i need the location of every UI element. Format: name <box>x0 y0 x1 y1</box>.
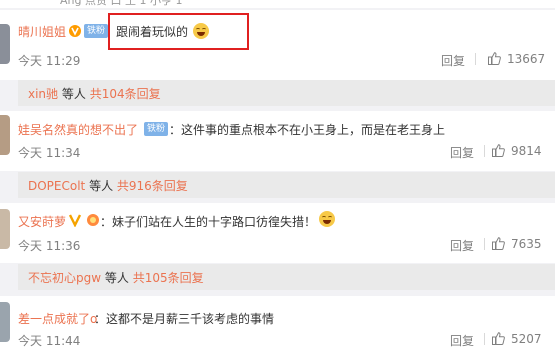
comment-text: ：妹子们站在人生的十字路口彷徨失措！ <box>100 215 317 229</box>
top-partial-text: Ang 点赞 口 土 1 小亨 1 <box>60 0 183 7</box>
sub-replies-1[interactable]: xin驰 等人 共104条回复 <box>18 80 555 106</box>
thumbs-up-icon[interactable] <box>492 237 505 250</box>
sub-reply-middle: 等人 <box>101 271 133 285</box>
comment-username[interactable]: 娃吴名然真的想不出了 <box>18 121 138 138</box>
sub-reply-count-link[interactable]: 共105条回复 <box>133 271 204 285</box>
divider <box>484 238 485 250</box>
sub-reply-middle: 等人 <box>58 87 90 101</box>
thumbs-up-icon[interactable] <box>488 52 501 65</box>
comment-time: 今天 11:29 <box>18 54 81 68</box>
comment-username[interactable]: 晴川姐姐 <box>18 23 66 40</box>
highlight-box <box>108 13 249 50</box>
sub-replies-text: DOPEColt 等人 共916条回复 <box>28 177 188 194</box>
reply-button[interactable]: 回复 <box>450 144 474 161</box>
sub-reply-count-link[interactable]: 共104条回复 <box>90 87 161 101</box>
reply-button[interactable]: 回复 <box>441 52 465 69</box>
like-count: 5207 <box>511 332 542 346</box>
comment-1: 晴川姐姐 铁粉 跟闹着玩似的 今天 11:29 回复 13667 <box>0 10 555 80</box>
fan-badge-icon: 铁粉 <box>84 24 109 38</box>
sub-replies-3[interactable]: 不忘初心pgw 等人 共105条回复 <box>18 264 555 290</box>
comment-time: 今天 11:34 <box>18 146 81 160</box>
laughing-emoji-icon <box>319 211 335 227</box>
sub-reply-user[interactable]: DOPEColt <box>28 179 85 193</box>
fan-badge-icon <box>87 214 99 226</box>
comment-text: ：这件事的重点根本不在小王身上，而是在老王身上 <box>169 123 446 137</box>
comment-username[interactable]: 又安莳萝 <box>18 213 66 230</box>
sub-replies-text: xin驰 等人 共104条回复 <box>28 85 161 102</box>
comment-2: 娃吴名然真的想不出了 铁粉 ：这件事的重点根本不在小王身上，而是在老王身上 今天… <box>0 111 555 171</box>
sub-replies-2[interactable]: DOPEColt 等人 共916条回复 <box>18 172 555 198</box>
divider <box>484 333 485 345</box>
comment-time: 今天 11:44 <box>18 334 81 348</box>
sub-reply-user[interactable]: 不忘初心pgw <box>28 271 101 285</box>
avatar[interactable] <box>0 302 10 342</box>
reply-button[interactable]: 回复 <box>450 332 474 349</box>
divider <box>484 145 485 157</box>
vip-v-icon <box>68 214 82 227</box>
avatar[interactable] <box>0 115 10 155</box>
avatar[interactable] <box>0 209 10 249</box>
comment-username[interactable]: 差一点成就了o <box>18 310 97 327</box>
sub-reply-middle: 等人 <box>85 179 117 193</box>
sub-replies-text: 不忘初心pgw 等人 共105条回复 <box>28 269 204 286</box>
sub-reply-count-link[interactable]: 共916条回复 <box>117 179 188 193</box>
sub-reply-user[interactable]: xin驰 <box>28 87 58 101</box>
like-count: 7635 <box>511 237 542 251</box>
top-partial-row: Ang 点赞 口 土 1 小亨 1 <box>0 0 555 8</box>
comment-text: ：这都不是月薪三千该考虑的事情 <box>94 312 275 326</box>
fan-badge-icon: 铁粉 <box>144 122 169 136</box>
divider <box>475 53 476 65</box>
comment-4: 差一点成就了o ：这都不是月薪三千该考虑的事情 今天 11:44 回复 5207 <box>0 296 555 356</box>
like-count: 9814 <box>511 144 542 158</box>
thumbs-up-icon[interactable] <box>492 144 505 157</box>
reply-button[interactable]: 回复 <box>450 237 474 254</box>
comment-3: 又安莳萝 ：妹子们站在人生的十字路口彷徨失措！ 今天 11:36 回复 7635 <box>0 203 555 263</box>
avatar[interactable] <box>0 24 10 64</box>
vip-v-icon <box>69 25 81 37</box>
comment-time: 今天 11:36 <box>18 239 81 253</box>
thumbs-up-icon[interactable] <box>492 332 505 345</box>
like-count: 13667 <box>507 52 546 66</box>
